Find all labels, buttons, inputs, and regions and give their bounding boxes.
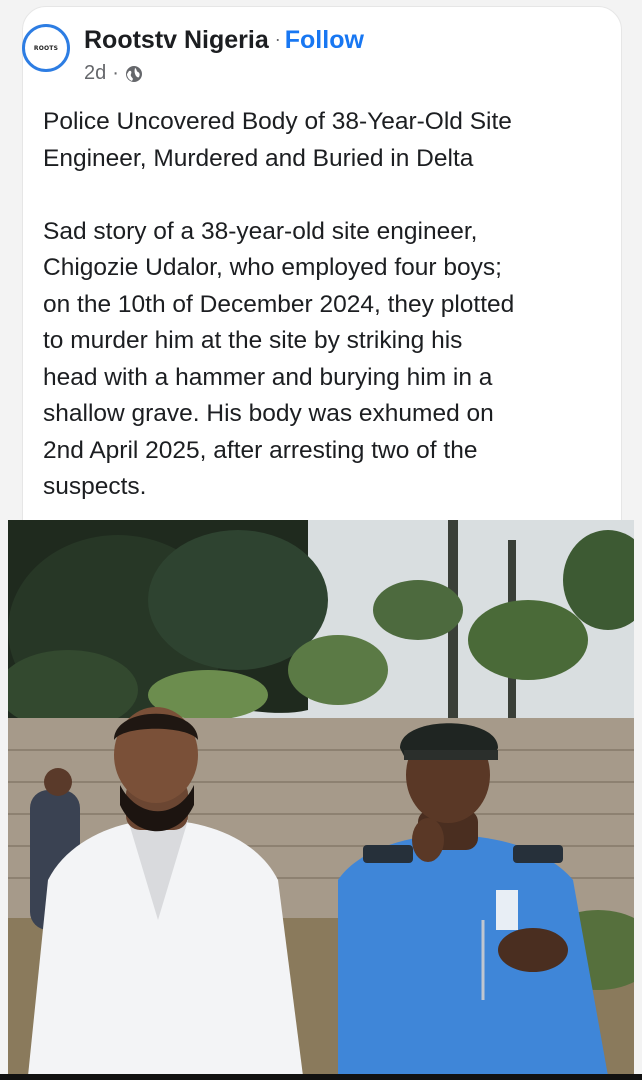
avatar-logo-text: ROOTS <box>33 44 59 52</box>
page-name-link[interactable]: Rootstv Nigeria <box>84 26 269 54</box>
globe-icon <box>125 65 143 83</box>
body-line: 2nd April 2025, after arresting two of t… <box>43 436 478 464</box>
body-line: Chigozie Udalor, who employed four boys; <box>43 254 502 281</box>
headline-line: Police Uncovered Body of 38-Year-Old Sit… <box>43 108 512 135</box>
body-line: Sad story of a 38-year-old site engineer… <box>43 217 478 245</box>
body-line: to murder him at the site by striking hi… <box>43 327 463 354</box>
body-line: on the 10th of December 2024, they plott… <box>43 290 515 318</box>
post-time[interactable]: 2d <box>84 62 106 85</box>
name-row: Rootstv Nigeria · Follow <box>84 24 364 55</box>
body-line: suspects. <box>43 473 147 500</box>
meta-separator: · <box>112 62 119 84</box>
headline-line: Engineer, Murdered and Buried in Delta <box>43 144 474 172</box>
body-line: head with a hammer and burying him in a <box>43 363 493 391</box>
post-photo[interactable] <box>8 520 634 1076</box>
screen: ROOTS Rootstv Nigeria · Follow 2d · Police… <box>0 0 642 1080</box>
photo-illustration <box>8 520 634 1076</box>
post-text: Police Uncovered Body of 38-Year-Old Sit… <box>43 104 603 506</box>
post-header: ROOTS Rootstv Nigeria · Follow 2d · <box>22 14 582 94</box>
follow-button[interactable]: Follow <box>285 26 364 54</box>
post-meta: 2d · <box>84 62 143 85</box>
separator-dot: · <box>274 29 281 49</box>
bottom-edge <box>0 1074 642 1080</box>
body-line: shallow grave. His body was exhumed on <box>43 400 494 427</box>
avatar[interactable]: ROOTS <box>22 24 70 72</box>
